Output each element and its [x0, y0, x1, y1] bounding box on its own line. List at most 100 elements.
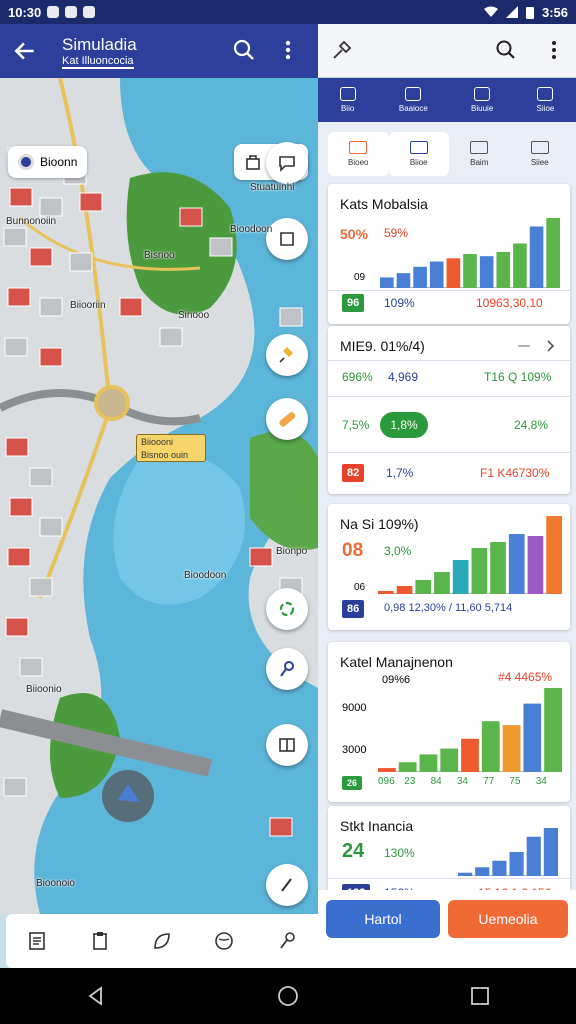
row-value: T16 Q 109%	[484, 370, 552, 384]
map-label: Bioonoio	[36, 878, 75, 889]
tab-2[interactable]: Baaioce	[399, 87, 428, 113]
bandage-fab[interactable]	[266, 398, 308, 440]
chart-bar	[526, 836, 541, 876]
map-label: Bioodoon	[230, 224, 273, 235]
tools-icon[interactable]	[330, 38, 354, 62]
wifi-icon	[483, 6, 498, 17]
chart-bar	[419, 754, 438, 772]
bottom-nav	[6, 914, 318, 968]
status-badge: 26	[342, 776, 363, 790]
compass-fab[interactable]	[266, 864, 308, 906]
home-circle-icon[interactable]	[277, 985, 299, 1007]
more-vert-icon[interactable]	[280, 38, 296, 62]
chart-bar	[508, 534, 525, 594]
map-label: Bioodoon	[184, 570, 227, 581]
document-icon[interactable]	[26, 930, 48, 952]
tab-label: Baaioce	[398, 104, 428, 113]
y-axis-label: 3000	[342, 744, 367, 756]
chart-bar	[413, 266, 427, 288]
tab-3[interactable]: Biuuie	[471, 87, 493, 113]
stats-card-4[interactable]: Katel Manajnenon 09%6 #4 4465% 9000 3000…	[328, 642, 570, 802]
tab-1[interactable]: Biio	[339, 87, 356, 113]
route-icon	[280, 661, 294, 677]
book-fab[interactable]	[266, 724, 308, 766]
chart-bar	[527, 536, 544, 594]
chart-bar	[446, 258, 461, 288]
location-chip[interactable]: Bioonn	[8, 146, 88, 178]
fire-icon	[349, 141, 368, 154]
chevron-right-icon[interactable]	[518, 340, 558, 352]
page-title: Simuladia	[62, 35, 137, 54]
chart-bar	[523, 703, 542, 772]
row-value: 696%	[342, 370, 373, 384]
recycle-fab[interactable]	[266, 588, 308, 630]
route-fab[interactable]	[266, 648, 308, 690]
map-label: Bionpo	[276, 546, 308, 557]
note-fab[interactable]	[266, 218, 308, 260]
message-icon	[47, 6, 60, 18]
bar-chart	[378, 688, 562, 772]
recents-square-icon[interactable]	[469, 985, 491, 1007]
stats-card-2[interactable]: MIE9. 01%/4) 696% 4,969 T16 Q 109% 7,5% …	[328, 326, 570, 494]
chat-fab[interactable]	[266, 142, 308, 184]
row-value: 4,969	[388, 370, 419, 384]
page-subtitle: Kat Illuoncocia	[62, 55, 134, 69]
tab-4[interactable]: Siioe	[537, 87, 554, 113]
bar-chart	[380, 218, 560, 288]
segment-label: Siiee	[530, 158, 549, 167]
pin-icon	[279, 347, 293, 363]
x-axis-tick-label: 23	[404, 776, 416, 787]
segment-1[interactable]: Bioeo	[328, 132, 389, 176]
map-callout[interactable]: Biioooni Bisnoo ouin	[136, 434, 206, 462]
globe-icon[interactable]	[213, 930, 235, 952]
map-label: Bunnonoiin	[6, 216, 57, 227]
dashboard-tabs: Biio Baaioce Biuuie Siioe	[318, 78, 576, 122]
card-value-1: 50%	[340, 226, 369, 242]
search-icon[interactable]	[494, 38, 518, 62]
footer-value: 0,98 12,30% / 11,60 5,714	[384, 602, 513, 614]
book-icon	[279, 738, 295, 752]
tab-icon	[474, 87, 491, 101]
segment-2[interactable]: Biioe	[388, 132, 449, 176]
x-axis-tick-label: 34	[535, 776, 547, 787]
stats-card-1[interactable]: Kats Mobalsia 50% 59% 09 96 109% 10963,3…	[328, 184, 570, 324]
pin-fab[interactable]	[266, 334, 308, 376]
chart-bar	[475, 867, 490, 876]
chart-bar	[452, 560, 469, 594]
house-icon	[409, 141, 428, 154]
layers-icon[interactable]	[244, 153, 262, 171]
back-arrow-icon[interactable]	[12, 38, 38, 64]
highlight-pill: 1,8%	[380, 412, 428, 438]
segment-4[interactable]: Siiee	[510, 132, 571, 176]
row-value: 7,5%	[342, 418, 370, 432]
chart-bar	[490, 542, 506, 594]
primary-button[interactable]: Hartol	[326, 900, 440, 938]
tab-label: Biuuie	[471, 104, 494, 113]
map-label: Biiooriin	[70, 300, 106, 311]
row-value: F1 K46730%	[480, 466, 550, 480]
leaf-icon[interactable]	[151, 930, 173, 952]
clipboard-icon[interactable]	[89, 930, 111, 952]
chart-bar	[471, 548, 488, 594]
x-axis-tick-label: 75	[509, 776, 521, 787]
photo-icon	[65, 6, 78, 18]
chart-bar	[429, 261, 444, 288]
chart-bar	[544, 688, 562, 772]
card-value-2: 130%	[384, 846, 415, 860]
map-view[interactable]: Bioonn Stuatuinhi Bunnonoiin Bioodoon Bi…	[0, 78, 318, 914]
map-canvas	[0, 78, 318, 914]
location-dot-icon	[18, 154, 34, 170]
status-badge: 96	[342, 294, 365, 312]
axis-label: 09	[354, 272, 366, 283]
battery-icon	[525, 6, 534, 19]
location-pin-icon[interactable]	[276, 930, 298, 952]
card-title: Katel Manajnenon	[340, 654, 453, 670]
search-icon[interactable]	[232, 38, 256, 62]
more-vert-icon[interactable]	[542, 38, 566, 62]
secondary-button[interactable]: Uemeolia	[448, 900, 568, 938]
segment-3[interactable]: Baim	[449, 132, 510, 176]
status-badge: 86	[342, 600, 365, 618]
stats-card-3[interactable]: Na Si 109%) 08 3,0% 06 86 0,98 12,30% / …	[328, 504, 570, 630]
back-triangle-icon[interactable]	[85, 985, 107, 1007]
x-axis-labels: 096 23 84 34 77 75 34	[378, 776, 562, 790]
